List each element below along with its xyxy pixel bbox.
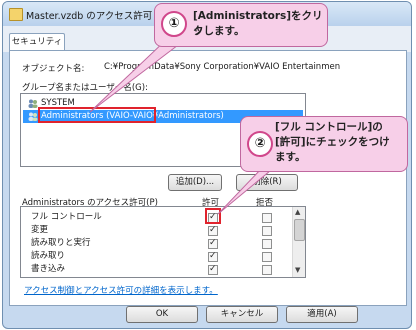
permission-name: 書き込み <box>31 264 66 274</box>
callout-2-line1: [フル コントロール]の <box>275 121 383 133</box>
permissions-grid: フル コントロール 変更 読み取りと実行 読み取り 書き込み ▲ ▼ <box>20 206 306 278</box>
permission-row-write: 書き込み <box>21 263 291 276</box>
callout-2-line2: [許可]にチェックをつけ <box>275 136 390 148</box>
highlight-full-control-allow <box>205 208 221 224</box>
deny-checkbox-read[interactable] <box>262 252 272 262</box>
users-icon <box>28 112 38 121</box>
scroll-down-icon[interactable]: ▼ <box>295 266 300 274</box>
permission-row-read-execute: 読み取りと実行 <box>21 237 291 250</box>
users-icon <box>28 99 38 108</box>
folder-icon <box>9 8 23 21</box>
callout-1-line2: クします。 <box>193 25 245 37</box>
allow-checkbox-modify[interactable] <box>208 224 218 237</box>
allow-checkbox-read-execute[interactable] <box>208 237 218 250</box>
apply-button[interactable]: 適用(A) <box>286 306 358 323</box>
scroll-thumb[interactable] <box>294 219 305 241</box>
remove-button[interactable]: 削除(R) <box>236 174 298 191</box>
add-button[interactable]: 追加(D)... <box>168 174 222 191</box>
object-name-value: C:¥ProgramData¥Sony Corporation¥VAIO Ent… <box>104 62 341 72</box>
allow-checkbox-read[interactable] <box>208 250 218 263</box>
permission-row-full-control: フル コントロール <box>21 211 291 224</box>
deny-checkbox-read-execute[interactable] <box>262 239 272 249</box>
callout-2-line3: ます。 <box>275 151 306 163</box>
callout-1: ① [Administrators]をクリッ クします。 <box>154 3 328 47</box>
permission-name: 変更 <box>31 225 49 235</box>
scroll-up-icon[interactable]: ▲ <box>295 208 300 216</box>
groups-label: グループ名またはユーザー名(G): <box>22 83 148 93</box>
window-title: Master.vzdb のアクセス許可 <box>26 11 153 22</box>
permission-name: フル コントロール <box>31 212 102 222</box>
object-name-label: オブジェクト名: <box>22 64 85 74</box>
callout-2: ② [フル コントロール]の [許可]にチェックをつけ ます。 <box>240 116 408 172</box>
deny-checkbox-write[interactable] <box>262 265 272 275</box>
callout-1-number: ① <box>161 11 187 37</box>
permission-name: 読み取り <box>31 251 66 261</box>
allow-checkbox-write[interactable] <box>208 263 218 276</box>
ok-button[interactable]: OK <box>126 306 198 323</box>
deny-checkbox-full-control[interactable] <box>262 213 272 223</box>
permissions-help-link[interactable]: アクセス制御とアクセス許可の詳細を表示します。 <box>24 284 218 296</box>
permissions-scrollbar[interactable]: ▲ ▼ <box>292 207 305 277</box>
cancel-button[interactable]: キャンセル <box>206 306 278 323</box>
permission-row-read: 読み取り <box>21 250 291 263</box>
permission-row-modify: 変更 <box>21 224 291 237</box>
permission-name: 読み取りと実行 <box>31 238 91 248</box>
highlight-administrators <box>38 107 156 123</box>
deny-checkbox-modify[interactable] <box>262 226 272 236</box>
callout-2-number: ② <box>247 131 273 157</box>
